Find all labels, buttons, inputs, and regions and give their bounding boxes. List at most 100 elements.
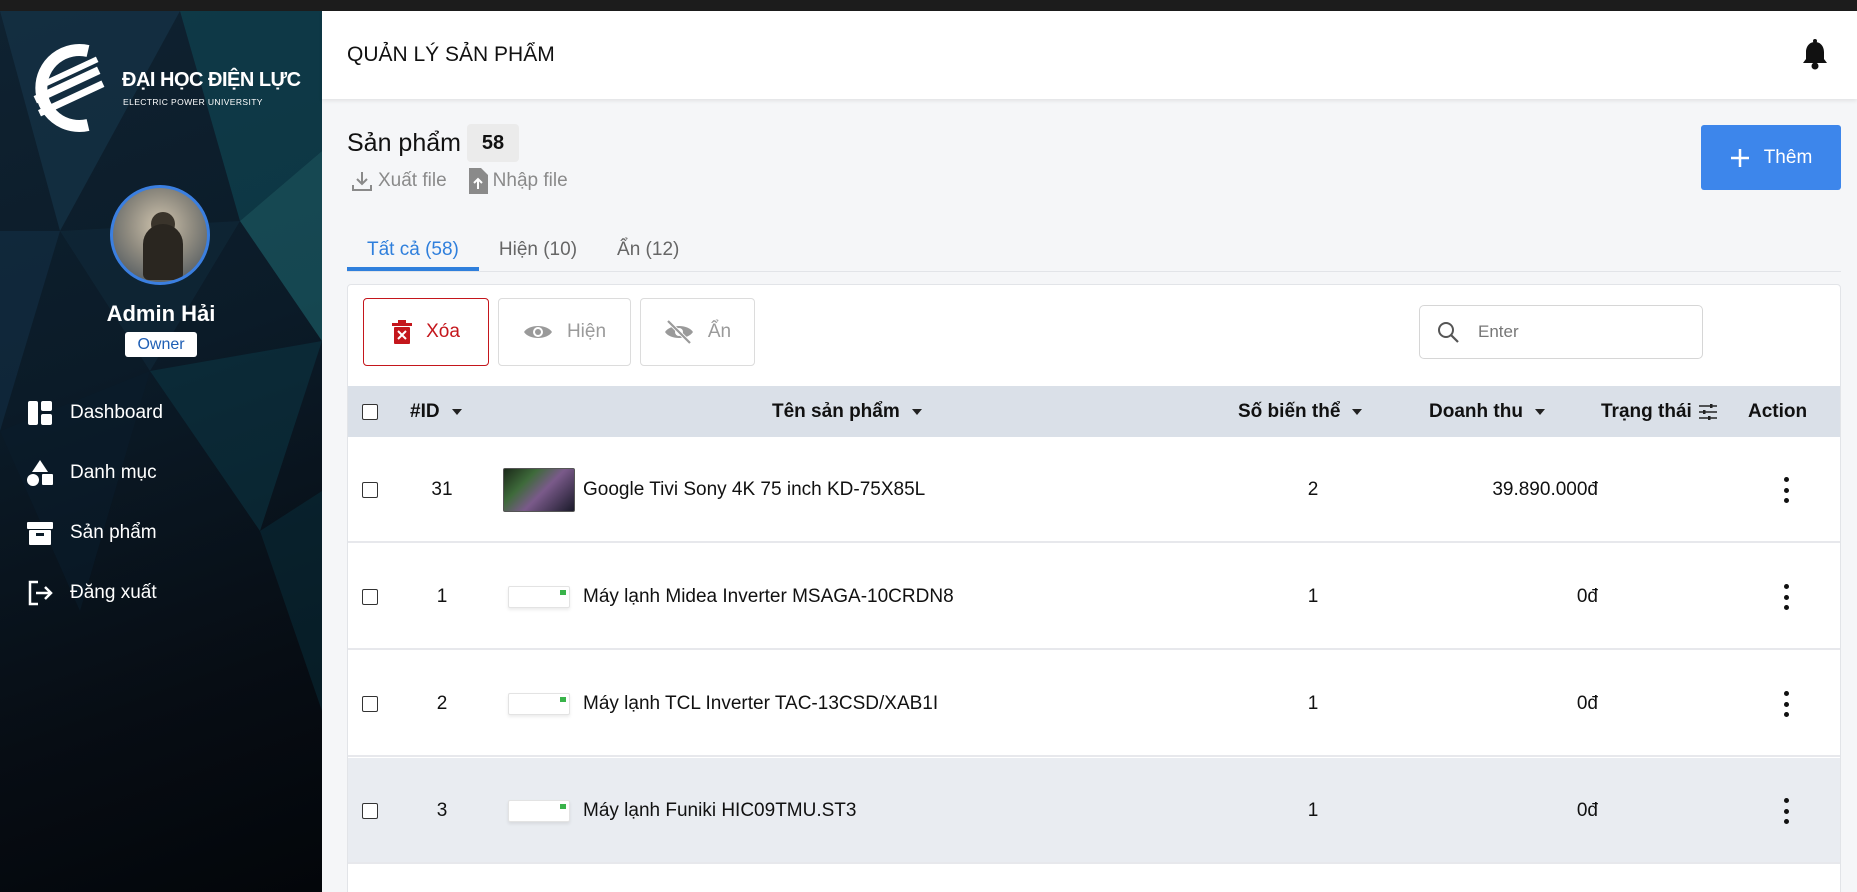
- column-label-action: Action: [1748, 400, 1808, 422]
- more-vert-icon[interactable]: [1783, 477, 1789, 503]
- sidebar-item-label: Dashboard: [70, 402, 163, 423]
- import-file-label: Nhập file: [492, 170, 568, 191]
- row-variants: 2: [1307, 479, 1319, 500]
- row-action-cell: [1783, 651, 1789, 757]
- trash-icon: [392, 320, 413, 344]
- search-input[interactable]: [1478, 322, 1678, 342]
- page-header-title: QUẢN LÝ SẢN PHẨM: [347, 43, 555, 66]
- column-header-action: Action: [1748, 386, 1807, 437]
- row-revenue: 0đ: [1576, 693, 1598, 714]
- column-label-revenue: Doanh thu: [1429, 400, 1523, 422]
- sidebar-item-label: Đăng xuất: [70, 582, 157, 603]
- bell-icon[interactable]: [1800, 39, 1830, 71]
- product-thumbnail: [503, 758, 570, 864]
- tab-all[interactable]: Tất cả (58): [347, 227, 479, 271]
- table-header: #ID Tên sản phẩm Số biến thể Doanh thu T…: [348, 386, 1840, 437]
- row-checkbox[interactable]: [362, 803, 378, 819]
- row-action-cell: [1783, 758, 1789, 864]
- table-row[interactable]: 3 Máy lạnh Funiki HIC09TMU.ST3 1 0đ: [348, 758, 1840, 864]
- delete-button[interactable]: Xóa: [363, 298, 489, 366]
- row-id: 1: [436, 586, 448, 607]
- sidebar: ĐẠI HỌC ĐIỆN LỰC ELECTRIC POWER UNIVERSI…: [0, 11, 322, 892]
- sidebar-item-products[interactable]: Sản phẩm: [0, 503, 322, 563]
- column-label-variants: Số biến thể: [1238, 400, 1341, 422]
- select-all-checkbox[interactable]: [362, 403, 378, 420]
- logout-icon: [26, 579, 54, 607]
- product-count-badge: 58: [467, 124, 519, 162]
- column-header-status[interactable]: Trạng thái: [1601, 386, 1718, 437]
- main-content: Sản phẩm 58 Xuất file Nhập file Thêm Tất…: [322, 99, 1857, 892]
- app-header: QUẢN LÝ SẢN PHẨM: [322, 11, 1857, 99]
- row-revenue: 0đ: [1576, 800, 1598, 821]
- sidebar-nav: Dashboard Danh mục Sản phẩm Đăng xuất: [0, 383, 322, 623]
- download-icon: [352, 172, 372, 191]
- archive-icon: [26, 519, 54, 547]
- import-file-button[interactable]: Nhập file: [467, 167, 568, 195]
- window-top-bar: [0, 0, 1857, 11]
- column-label-id: #ID: [410, 400, 440, 422]
- row-revenue: 39.890.000đ: [1492, 479, 1598, 500]
- column-header-revenue[interactable]: Doanh thu: [1429, 386, 1545, 437]
- sort-caret-icon: [1352, 408, 1363, 415]
- row-variants: 1: [1307, 586, 1319, 607]
- sidebar-item-dashboard[interactable]: Dashboard: [0, 383, 322, 443]
- page-title: Sản phẩm: [347, 129, 461, 157]
- logo-subtitle: ELECTRIC POWER UNIVERSITY: [123, 97, 263, 107]
- row-checkbox[interactable]: [362, 482, 378, 498]
- row-checkbox[interactable]: [362, 696, 378, 712]
- dashboard-icon: [26, 399, 54, 427]
- export-file-button[interactable]: Xuất file: [350, 167, 447, 195]
- product-name[interactable]: Máy lạnh Midea Inverter MSAGA-10CRDN8: [583, 544, 954, 650]
- eye-off-icon: [664, 319, 693, 345]
- sidebar-item-label: Sản phẩm: [70, 522, 157, 543]
- more-vert-icon[interactable]: [1783, 798, 1789, 824]
- table-row[interactable]: 1 Máy lạnh Midea Inverter MSAGA-10CRDN8 …: [348, 544, 1840, 650]
- product-name[interactable]: Máy lạnh TCL Inverter TAC-13CSD/XAB1I: [583, 651, 938, 757]
- hide-button[interactable]: Ẩn: [640, 298, 755, 366]
- sidebar-item-logout[interactable]: Đăng xuất: [0, 563, 322, 623]
- export-file-label: Xuất file: [378, 170, 447, 191]
- product-thumbnail: [503, 651, 570, 757]
- row-action-cell: [1783, 437, 1789, 543]
- more-vert-icon[interactable]: [1783, 584, 1789, 610]
- more-vert-icon[interactable]: [1783, 691, 1789, 717]
- filter-sliders-icon[interactable]: [1698, 403, 1718, 421]
- plus-icon: [1730, 148, 1749, 167]
- sort-caret-icon: [451, 408, 462, 415]
- row-action-cell: [1783, 544, 1789, 650]
- row-variants: 1: [1307, 800, 1319, 821]
- show-label: Hiện: [566, 321, 607, 342]
- search-icon: [1438, 322, 1459, 343]
- delete-label: Xóa: [426, 321, 460, 342]
- product-tabs: Tất cả (58) Hiện (10) Ẩn (12): [347, 227, 1841, 272]
- search-box[interactable]: [1419, 305, 1703, 359]
- product-thumbnail: [503, 544, 570, 650]
- sidebar-item-categories[interactable]: Danh mục: [0, 443, 322, 503]
- product-name[interactable]: Google Tivi Sony 4K 75 inch KD-75X85L: [583, 437, 925, 543]
- row-revenue: 0đ: [1576, 586, 1598, 607]
- column-header-name[interactable]: Tên sản phẩm: [772, 386, 922, 437]
- product-thumbnail: [503, 437, 575, 543]
- file-upload-icon: [468, 168, 488, 194]
- row-checkbox-cell: [362, 544, 378, 650]
- eye-icon: [523, 326, 552, 338]
- row-checkbox-cell: [362, 651, 378, 757]
- table-row[interactable]: 31 Google Tivi Sony 4K 75 inch KD-75X85L…: [348, 437, 1840, 543]
- logo-title: ĐẠI HỌC ĐIỆN LỰC: [122, 69, 301, 91]
- show-button[interactable]: Hiện: [498, 298, 631, 366]
- add-product-label: Thêm: [1763, 146, 1813, 168]
- sort-caret-icon: [911, 408, 922, 415]
- column-header-id[interactable]: #ID: [410, 386, 462, 437]
- column-label-name: Tên sản phẩm: [772, 400, 900, 422]
- avatar[interactable]: [110, 185, 210, 285]
- row-checkbox[interactable]: [362, 589, 378, 605]
- table-row[interactable]: 2 Máy lạnh TCL Inverter TAC-13CSD/XAB1I …: [348, 651, 1840, 757]
- column-label-status: Trạng thái: [1601, 400, 1692, 422]
- row-id: 2: [436, 693, 448, 714]
- tab-visible[interactable]: Hiện (10): [479, 227, 597, 271]
- add-product-button[interactable]: Thêm: [1701, 125, 1841, 190]
- column-header-variants[interactable]: Số biến thể: [1238, 386, 1363, 437]
- product-name[interactable]: Máy lạnh Funiki HIC09TMU.ST3: [583, 758, 856, 864]
- sort-caret-icon: [1534, 408, 1545, 415]
- tab-hidden[interactable]: Ẩn (12): [597, 227, 699, 271]
